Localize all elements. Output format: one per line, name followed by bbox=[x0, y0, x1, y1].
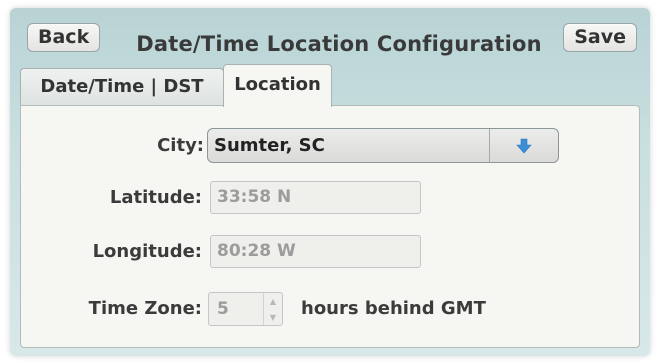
time-zone-stepper[interactable]: 5 ▲ ▼ bbox=[208, 292, 283, 326]
stepper-buttons: ▲ ▼ bbox=[263, 293, 282, 325]
time-zone-suffix: hours behind GMT bbox=[301, 298, 486, 319]
stepper-up-icon[interactable]: ▲ bbox=[264, 293, 282, 309]
city-label: City: bbox=[157, 135, 204, 156]
tab-location[interactable]: Location bbox=[223, 64, 332, 107]
time-zone-value: 5 bbox=[217, 299, 229, 319]
stepper-down-icon[interactable]: ▼ bbox=[264, 309, 282, 325]
city-select[interactable]: Sumter, SC bbox=[207, 128, 559, 163]
longitude-label: Longitude: bbox=[92, 241, 202, 262]
latitude-label: Latitude: bbox=[109, 187, 202, 208]
city-dropdown-button[interactable] bbox=[489, 129, 558, 162]
screen: Back Date/Time Location Configuration Sa… bbox=[0, 0, 660, 364]
arrow-down-icon bbox=[516, 138, 532, 153]
page-title: Date/Time Location Configuration bbox=[136, 32, 542, 56]
location-panel: City: Sumter, SC Latitude: 33:58 N Longi… bbox=[20, 105, 640, 348]
latitude-field[interactable]: 33:58 N bbox=[210, 181, 421, 214]
longitude-field[interactable]: 80:28 W bbox=[210, 235, 421, 268]
city-select-value: Sumter, SC bbox=[214, 135, 325, 156]
config-window: Back Date/Time Location Configuration Sa… bbox=[10, 8, 650, 356]
save-button[interactable]: Save bbox=[563, 23, 637, 52]
tab-date-time-dst[interactable]: Date/Time | DST bbox=[20, 68, 224, 106]
time-zone-label: Time Zone: bbox=[88, 298, 202, 319]
